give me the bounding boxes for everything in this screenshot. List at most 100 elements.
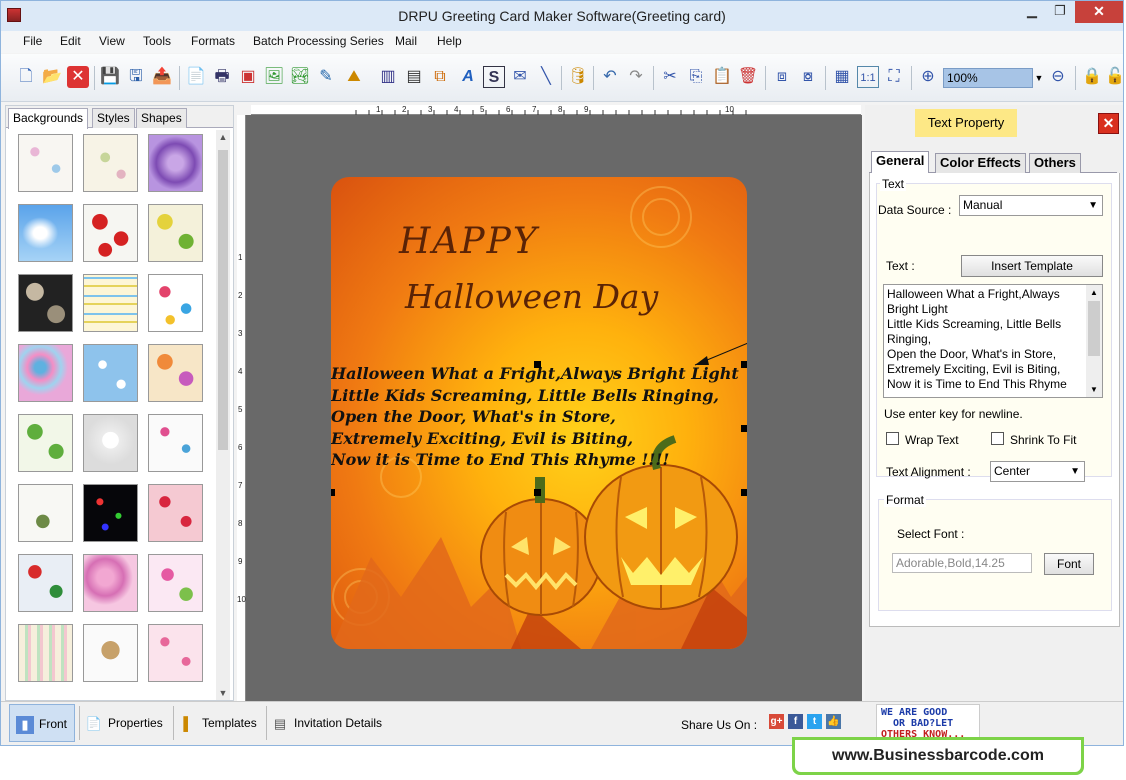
wordart-icon[interactable]: S <box>483 66 505 88</box>
delete-icon[interactable]: 🗑 <box>737 66 759 88</box>
unlock-icon[interactable]: 🔓 <box>1105 66 1123 88</box>
database-icon[interactable]: 🛢 <box>567 66 589 88</box>
background-thumb[interactable] <box>148 344 203 402</box>
redo-icon[interactable]: ↷ <box>625 66 647 88</box>
selection-handle[interactable] <box>741 361 747 368</box>
background-thumb[interactable] <box>83 344 138 402</box>
actual-size-icon[interactable]: 1:1 <box>857 66 879 88</box>
background-thumb[interactable] <box>148 204 203 262</box>
tab-styles[interactable]: Styles <box>92 108 135 128</box>
email-icon[interactable]: ✉ <box>509 66 531 88</box>
google-plus-icon[interactable]: g+ <box>769 714 784 729</box>
font-field[interactable]: Adorable,Bold,14.25 <box>892 553 1032 573</box>
selection-handle[interactable] <box>741 489 747 496</box>
selection-handle[interactable] <box>331 489 335 496</box>
selection-handle[interactable] <box>534 361 541 368</box>
maximize-button[interactable]: ❐ <box>1046 1 1074 23</box>
background-thumb[interactable] <box>83 624 138 682</box>
background-thumb[interactable] <box>148 554 203 612</box>
left-scrollbar[interactable]: ▲ ▼ <box>216 130 230 700</box>
background-thumb[interactable] <box>83 204 138 262</box>
scroll-down-icon[interactable]: ▼ <box>216 688 230 698</box>
zoom-out-icon[interactable]: ⊖ <box>1047 66 1069 88</box>
background-thumb[interactable] <box>18 554 73 612</box>
front-button[interactable]: ▮ Front <box>9 704 75 742</box>
barcode2-icon[interactable]: ▤ <box>403 66 425 88</box>
background-thumb[interactable] <box>148 624 203 682</box>
tab-color-effects[interactable]: Color Effects <box>935 153 1026 173</box>
save-as-icon[interactable]: 🖫 <box>125 66 147 88</box>
text-content-field[interactable]: Halloween What a Fright,Always Bright Li… <box>883 284 1103 398</box>
close-icon[interactable]: ✕ <box>1098 113 1119 134</box>
grid-icon[interactable]: ▦ <box>831 66 853 88</box>
menu-help[interactable]: Help <box>437 34 462 48</box>
menu-file[interactable]: File <box>23 34 42 48</box>
card-title-happy[interactable]: HAPPY <box>399 221 539 262</box>
scroll-thumb[interactable] <box>1088 301 1100 356</box>
insert-image-icon[interactable]: ⛰ <box>343 66 365 88</box>
barcode-icon[interactable]: ▥ <box>377 66 399 88</box>
fit-window-icon[interactable]: ⛶ <box>883 66 905 88</box>
close-doc-icon[interactable]: ✕ <box>67 66 89 88</box>
send-back-icon[interactable]: ⧇ <box>797 66 819 88</box>
background-thumb[interactable] <box>148 274 203 332</box>
background-thumb[interactable] <box>18 484 73 542</box>
background-thumb[interactable] <box>18 414 73 472</box>
scroll-thumb[interactable] <box>218 150 228 450</box>
text-icon[interactable]: A <box>457 66 479 88</box>
selection-handle[interactable] <box>534 489 541 496</box>
background-thumb[interactable] <box>18 274 73 332</box>
menu-formats[interactable]: Formats <box>191 34 235 48</box>
paste-icon[interactable]: 📋 <box>711 66 733 88</box>
background-thumb[interactable] <box>83 414 138 472</box>
menu-edit[interactable]: Edit <box>60 34 81 48</box>
scroll-up-icon[interactable]: ▲ <box>216 132 230 142</box>
zoom-in-icon[interactable]: ⊕ <box>917 66 939 88</box>
font-button[interactable]: Font <box>1044 553 1094 575</box>
text-scrollbar[interactable]: ▲ ▼ <box>1086 285 1102 397</box>
background-thumb[interactable] <box>83 134 138 192</box>
background-thumb[interactable] <box>83 554 138 612</box>
menu-tools[interactable]: Tools <box>143 34 171 48</box>
shrink-to-fit-checkbox[interactable] <box>991 432 1004 445</box>
selection-handle[interactable] <box>741 425 747 432</box>
line-icon[interactable]: ╲ <box>535 66 557 88</box>
print-icon[interactable]: 🖶 <box>211 66 233 88</box>
copy-icon[interactable]: ⎘ <box>685 66 707 88</box>
templates-button[interactable]: ▌ Templates <box>179 704 263 742</box>
tab-general[interactable]: General <box>871 151 930 174</box>
tab-others[interactable]: Others <box>1029 153 1081 173</box>
zoom-field[interactable]: 100% <box>943 68 1033 88</box>
invitation-details-button[interactable]: ▤ Invitation Details <box>271 704 401 742</box>
print-preview-icon[interactable]: ▣ <box>237 66 259 88</box>
save-icon[interactable]: 💾 <box>99 66 121 88</box>
chevron-down-icon[interactable]: ▼ <box>1033 68 1045 88</box>
background-thumb[interactable] <box>18 344 73 402</box>
background-thumb[interactable] <box>18 204 73 262</box>
properties-icon[interactable]: 📄 <box>185 66 207 88</box>
background-thumb[interactable] <box>148 414 203 472</box>
tab-backgrounds[interactable]: Backgrounds <box>8 108 89 129</box>
background-thumb[interactable] <box>83 274 138 332</box>
background-thumb[interactable] <box>148 484 203 542</box>
properties-button[interactable]: 📄 Properties <box>85 704 169 742</box>
background-thumb[interactable] <box>18 624 73 682</box>
minimize-button[interactable]: ▁ <box>1018 1 1046 23</box>
twitter-icon[interactable]: t <box>807 714 822 729</box>
tab-shapes[interactable]: Shapes <box>136 108 187 128</box>
close-button[interactable]: ✕ <box>1075 1 1123 23</box>
wrap-text-checkbox[interactable] <box>886 432 899 445</box>
picture-icon[interactable]: 🏞 <box>289 66 311 88</box>
facebook-icon[interactable]: f <box>788 714 803 729</box>
website-banner[interactable]: www.Businessbarcode.com <box>792 737 1084 775</box>
cut-icon[interactable]: ✂ <box>659 66 681 88</box>
image-edit-icon[interactable]: 🖼 <box>263 66 285 88</box>
greeting-card[interactable]: HAPPY Halloween Day Halloween What a Fri… <box>331 177 747 649</box>
pen-icon[interactable]: ✎ <box>315 66 337 88</box>
background-thumb[interactable] <box>148 134 203 192</box>
lock-icon[interactable]: 🔒 <box>1081 66 1103 88</box>
menu-view[interactable]: View <box>99 34 125 48</box>
scroll-up-icon[interactable]: ▲ <box>1086 285 1102 300</box>
background-thumb[interactable] <box>83 484 138 542</box>
card-verse-text[interactable]: Halloween What a Fright,Always Bright Li… <box>331 363 747 471</box>
